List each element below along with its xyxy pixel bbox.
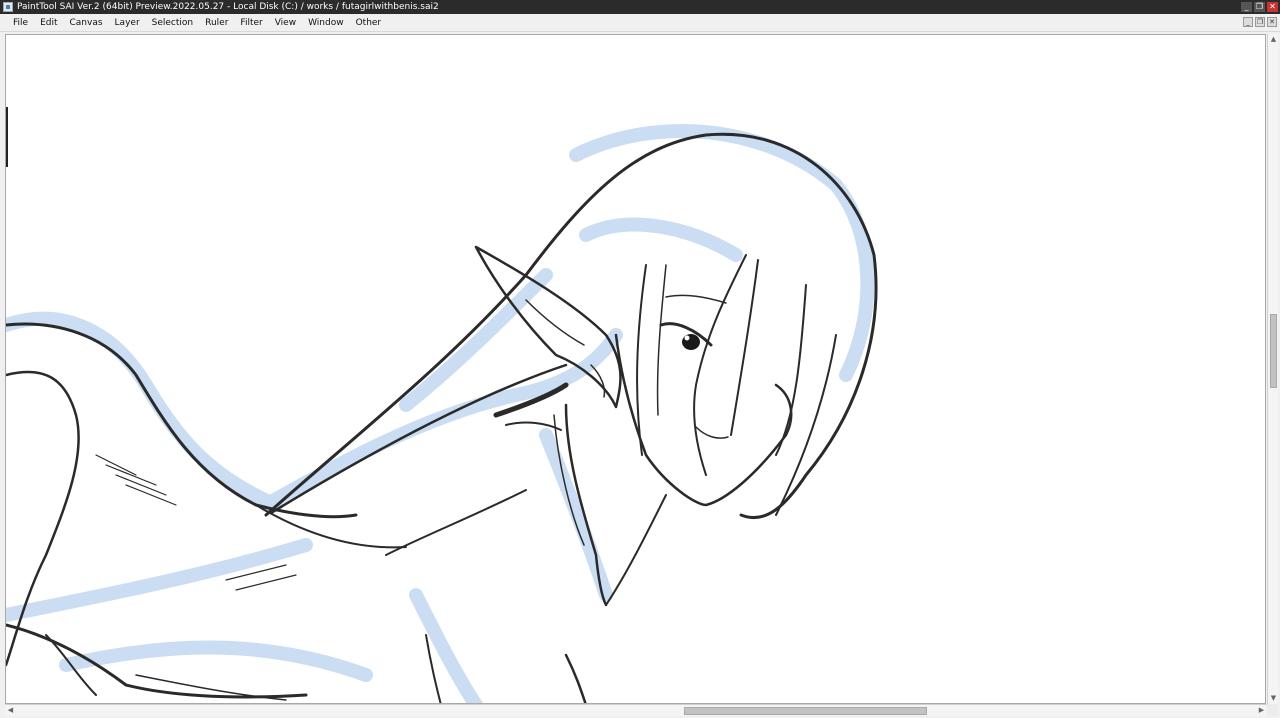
- drawing-canvas[interactable]: [5, 34, 1266, 704]
- window-title: PaintTool SAI Ver.2 (64bit) Preview.2022…: [17, 2, 439, 12]
- vertical-scroll-thumb[interactable]: [1270, 314, 1277, 388]
- doc-close-icon[interactable]: ✕: [1267, 17, 1277, 27]
- title-bar: PaintTool SAI Ver.2 (64bit) Preview.2022…: [0, 0, 1280, 14]
- menu-ruler[interactable]: Ruler: [199, 14, 234, 32]
- scroll-down-icon[interactable]: ▼: [1268, 693, 1279, 704]
- scrollbar-corner: [1267, 704, 1278, 716]
- doc-restore-icon[interactable]: ❐: [1255, 17, 1265, 27]
- vertical-scrollbar[interactable]: ▲ ▼: [1267, 34, 1278, 704]
- blue-shading-layer: [6, 124, 875, 703]
- menu-edit[interactable]: Edit: [34, 14, 63, 32]
- horizontal-scroll-thumb[interactable]: [684, 707, 927, 715]
- line-art-layer: [6, 132, 878, 703]
- horizontal-scrollbar[interactable]: ◀ ▶: [5, 704, 1267, 716]
- menu-file[interactable]: File: [0, 14, 34, 32]
- scroll-up-icon[interactable]: ▲: [1268, 34, 1279, 45]
- scroll-left-icon[interactable]: ◀: [5, 705, 16, 716]
- menu-view[interactable]: View: [269, 14, 302, 32]
- menu-layer[interactable]: Layer: [109, 14, 146, 32]
- minimize-icon[interactable]: _: [1241, 2, 1252, 12]
- close-icon[interactable]: ✕: [1267, 2, 1278, 12]
- menu-selection[interactable]: Selection: [146, 14, 199, 32]
- sketch-artwork: [6, 124, 878, 703]
- window-controls: _ ❐ ✕: [1241, 2, 1278, 12]
- menu-bar: File Edit Canvas Layer Selection Ruler F…: [0, 14, 1280, 32]
- menu-canvas[interactable]: Canvas: [64, 14, 109, 32]
- restore-icon[interactable]: ❐: [1254, 2, 1265, 12]
- doc-minimize-icon[interactable]: _: [1243, 17, 1253, 27]
- scroll-right-icon[interactable]: ▶: [1256, 705, 1267, 716]
- app-icon: [3, 2, 13, 12]
- menu-filter[interactable]: Filter: [234, 14, 268, 32]
- document-controls: _ ❐ ✕: [1243, 17, 1277, 27]
- menu-other[interactable]: Other: [350, 14, 388, 32]
- menu-window[interactable]: Window: [302, 14, 350, 32]
